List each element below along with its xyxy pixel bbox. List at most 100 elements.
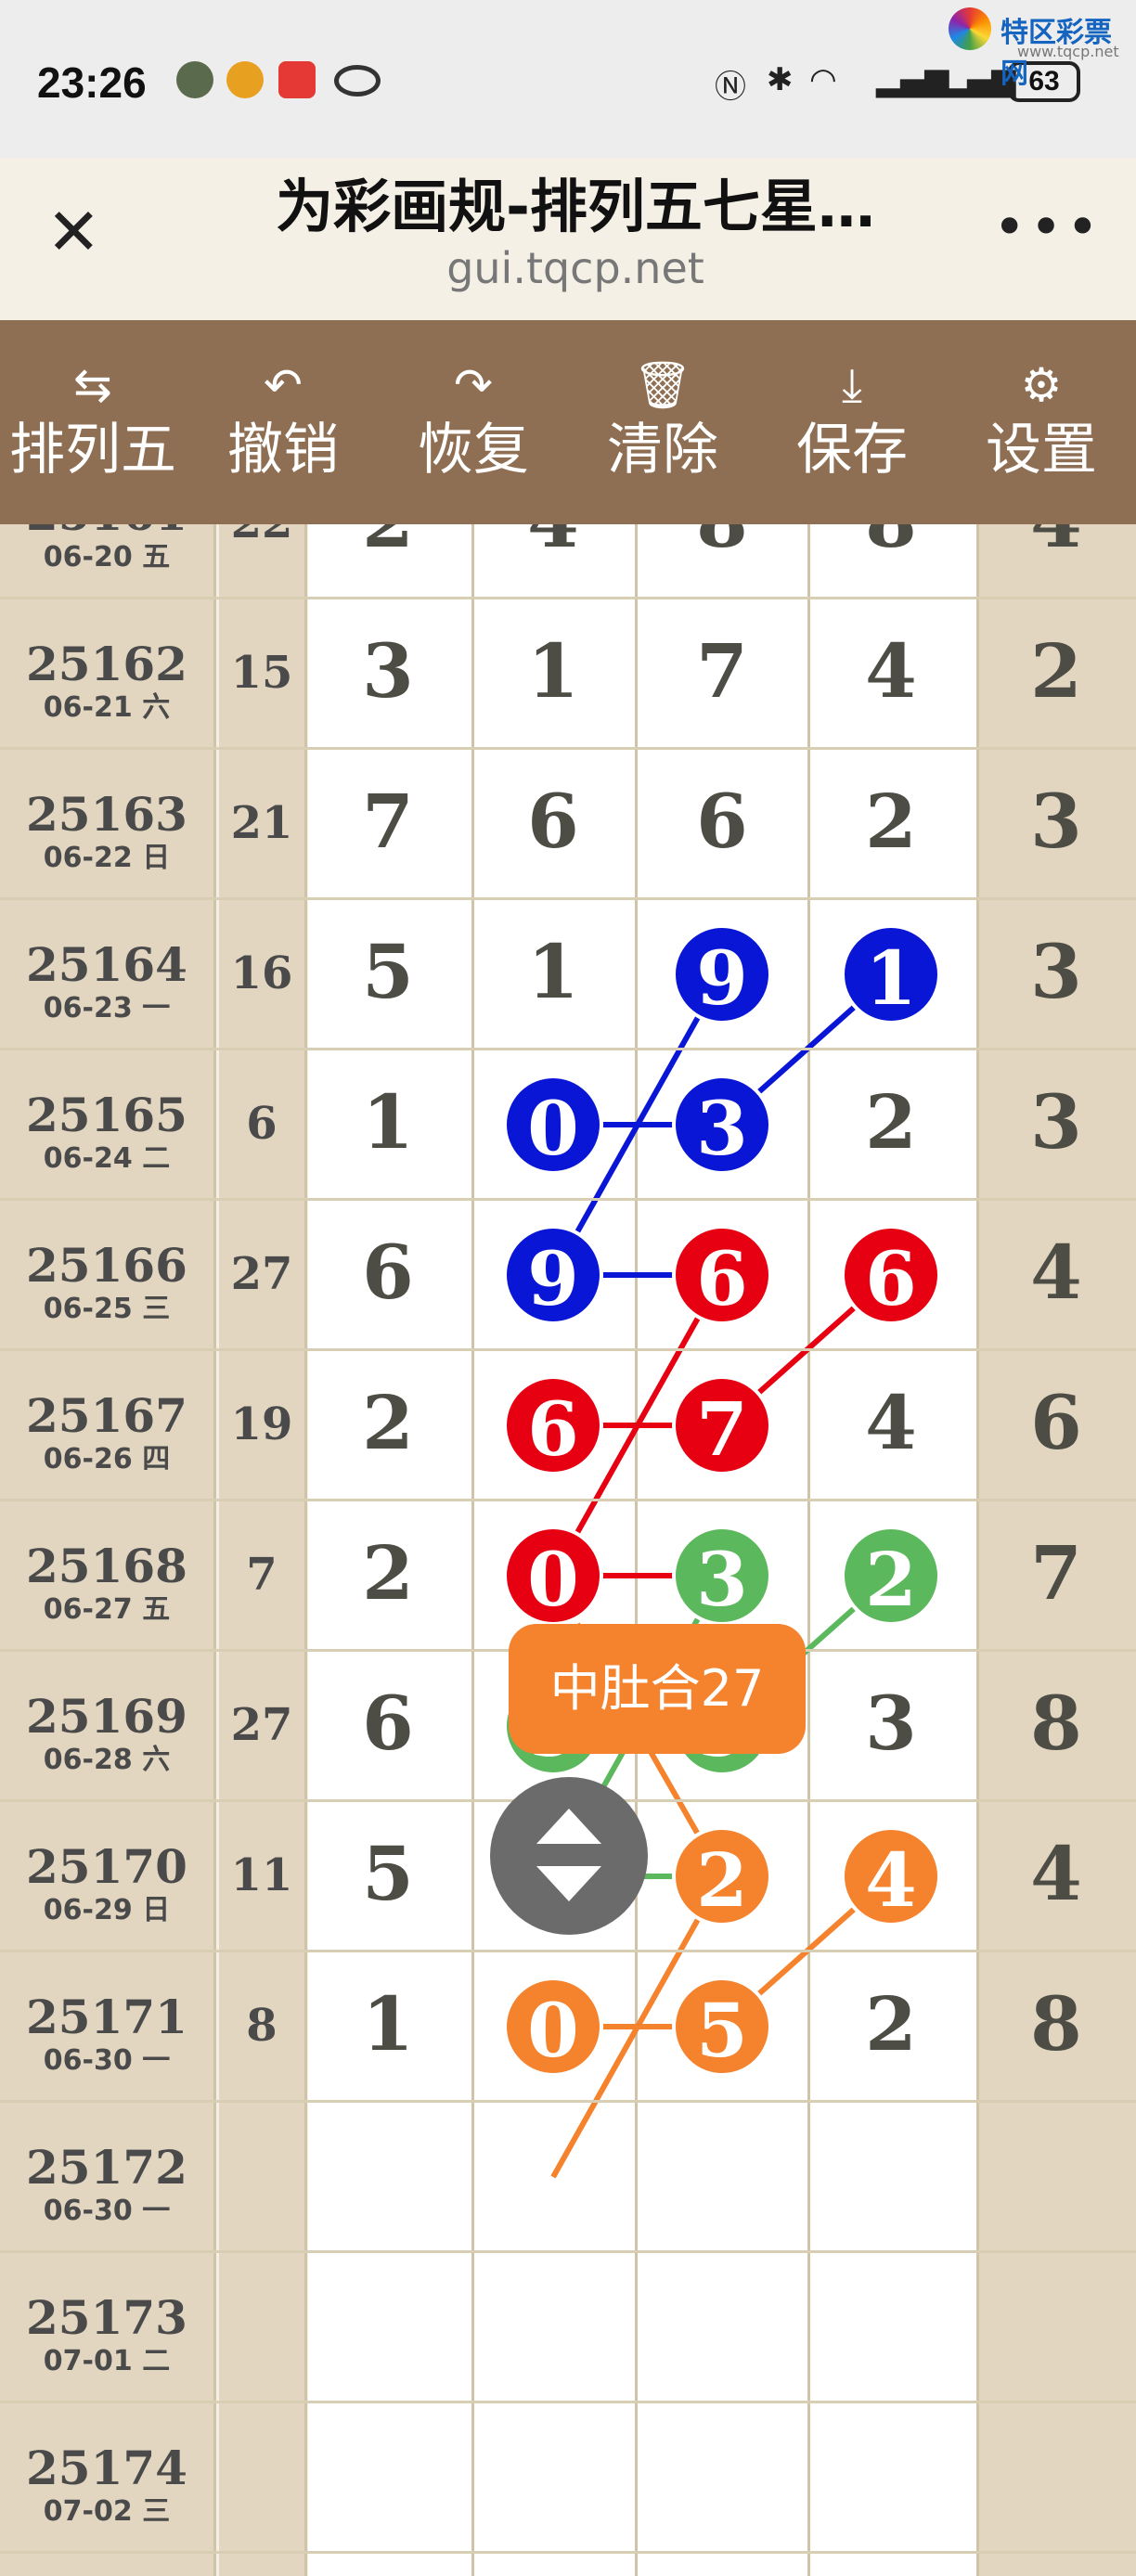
issue-number: 25171 — [26, 1990, 187, 2044]
clock: 23:26 — [37, 58, 147, 107]
digit-cell[interactable]: 4 — [817, 1379, 965, 1466]
toolbar-button-lottery-type[interactable]: ⇆ 排列五 — [0, 320, 186, 524]
download-icon: ⤓ — [841, 358, 863, 412]
digit-cell[interactable]: 5 — [314, 1830, 462, 1917]
trash-icon: 🗑 — [633, 358, 692, 412]
highlighted-digit[interactable]: 6 — [841, 1225, 941, 1325]
digit-cell[interactable]: 1 — [479, 928, 627, 1015]
digit-cell[interactable]: 6 — [314, 1229, 462, 1316]
issue-number: 25165 — [26, 1088, 187, 1142]
digit-cell[interactable]: 2 — [982, 627, 1130, 715]
issue-cell: 25166 06-25 三 — [0, 1239, 213, 1326]
digit-cell[interactable]: 2 — [817, 778, 965, 865]
digit-cell[interactable]: 2 — [314, 1379, 462, 1466]
digit-cell[interactable]: 7 — [648, 627, 796, 715]
highlighted-digit[interactable]: 6 — [503, 1375, 603, 1475]
digit-cell[interactable]: 8 — [648, 524, 796, 564]
highlighted-digit[interactable]: 9 — [503, 1225, 603, 1325]
issue-date: 06-27 五 — [43, 1593, 171, 1626]
toolbar-label: 恢复 — [418, 418, 529, 483]
digit-cell[interactable]: 4 — [479, 524, 627, 564]
digit-cell[interactable]: 2 — [314, 1529, 462, 1616]
digit-cell[interactable]: 3 — [817, 1680, 965, 1767]
highlighted-digit[interactable]: 2 — [672, 1826, 772, 1926]
digit-cell[interactable]: 1 — [479, 627, 627, 715]
row-divider — [0, 1348, 1136, 1351]
highlighted-digit[interactable]: 1 — [841, 924, 941, 1024]
digit-cell[interactable]: 7 — [314, 778, 462, 865]
highlighted-digit[interactable]: 0 — [503, 1977, 603, 2077]
issue-number: 25168 — [26, 1539, 187, 1593]
issue-number: 25166 — [26, 1238, 187, 1293]
sum-cell: 16 — [230, 947, 293, 999]
issue-date: 06-30 一 — [43, 2195, 171, 2227]
close-icon[interactable]: ✕ — [46, 200, 101, 264]
issue-date: 06-22 日 — [43, 842, 171, 874]
settings-button[interactable]: ⚙ 设置 — [949, 320, 1134, 524]
highlighted-digit[interactable]: 3 — [672, 1526, 772, 1626]
digit-cell[interactable]: 8 — [982, 1980, 1130, 2067]
digit-cell[interactable]: 4 — [817, 627, 965, 715]
clear-button[interactable]: 🗑 清除 — [570, 320, 755, 524]
highlighted-digit[interactable]: 3 — [672, 1075, 772, 1175]
digit-cell[interactable]: 8 — [982, 1680, 1130, 1767]
sum-cell: 27 — [230, 1248, 293, 1300]
digit-cell[interactable]: 2 — [817, 1980, 965, 2067]
digit-cell[interactable]: 4 — [982, 524, 1130, 564]
toolbar-label: 保存 — [796, 418, 908, 483]
row-divider — [0, 1499, 1136, 1501]
digit-cell[interactable]: 2 — [817, 1078, 965, 1166]
redo-button[interactable]: ↷ 恢复 — [381, 320, 566, 524]
undo-button[interactable]: ↶ 撤销 — [190, 320, 376, 524]
highlighted-digit[interactable]: 0 — [503, 1526, 603, 1626]
weibo-icon — [226, 61, 264, 98]
highlighted-digit[interactable]: 0 — [503, 1075, 603, 1175]
xiaohongshu-icon — [278, 61, 316, 98]
digit-cell[interactable]: 1 — [314, 1078, 462, 1166]
draw-history-grid[interactable]: 2516106-20 五22248842516206-21 六153174225… — [0, 524, 1136, 2576]
highlighted-digit[interactable]: 4 — [841, 1826, 941, 1926]
digit-cell[interactable]: 4 — [982, 1830, 1130, 1917]
issue-date: 06-30 一 — [43, 2044, 171, 2077]
sum-cell: 21 — [230, 797, 293, 849]
issue-cell: 25162 06-21 六 — [0, 638, 213, 725]
issue-date: 06-20 五 — [43, 541, 171, 573]
digit-cell[interactable]: 6 — [982, 1379, 1130, 1466]
highlighted-digit[interactable]: 2 — [841, 1526, 941, 1626]
row-divider — [0, 2401, 1136, 2403]
highlighted-digit[interactable]: 5 — [672, 1977, 772, 2077]
highlighted-digit[interactable]: 7 — [672, 1375, 772, 1475]
digit-cell[interactable]: 6 — [479, 778, 627, 865]
digit-cell[interactable]: 3 — [982, 928, 1130, 1015]
highlighted-digit[interactable]: 9 — [672, 924, 772, 1024]
issue-date: 06-29 日 — [43, 1894, 171, 1926]
arrow-up-icon — [536, 1809, 601, 1844]
digit-cell[interactable]: 3 — [982, 1078, 1130, 1166]
row-divider — [0, 897, 1136, 900]
digit-cell[interactable]: 6 — [648, 778, 796, 865]
digit-cell[interactable]: 6 — [314, 1680, 462, 1767]
digit-cell[interactable]: 5 — [314, 928, 462, 1015]
highlighted-digit[interactable]: 6 — [672, 1225, 772, 1325]
nfc-icon: Ⓝ — [715, 69, 746, 106]
save-button[interactable]: ⤓ 保存 — [759, 320, 945, 524]
issue-cell: 25165 06-24 二 — [0, 1088, 213, 1176]
scroll-toggle-button[interactable] — [490, 1777, 648, 1935]
more-menu-icon[interactable]: ••• — [993, 195, 1103, 260]
digit-cell[interactable]: 4 — [982, 1229, 1130, 1316]
issue-number: 25169 — [26, 1689, 187, 1744]
issue-date: 07-02 三 — [43, 2495, 171, 2528]
row-divider — [0, 1048, 1136, 1050]
hint-tag[interactable]: 中肚合27 — [509, 1624, 806, 1754]
digit-cell[interactable]: 2 — [314, 524, 462, 564]
digit-cell[interactable]: 1 — [314, 1980, 462, 2067]
swap-icon: ⇆ — [73, 358, 112, 412]
sum-cell: 7 — [246, 1549, 278, 1601]
digit-cell[interactable]: 8 — [817, 524, 965, 564]
digit-cell[interactable]: 3 — [314, 627, 462, 715]
issue-number: 25172 — [26, 2140, 187, 2195]
digit-cell[interactable]: 7 — [982, 1529, 1130, 1616]
digit-cell[interactable]: 3 — [982, 778, 1130, 865]
row-divider — [0, 747, 1136, 750]
row-divider — [0, 597, 1136, 599]
